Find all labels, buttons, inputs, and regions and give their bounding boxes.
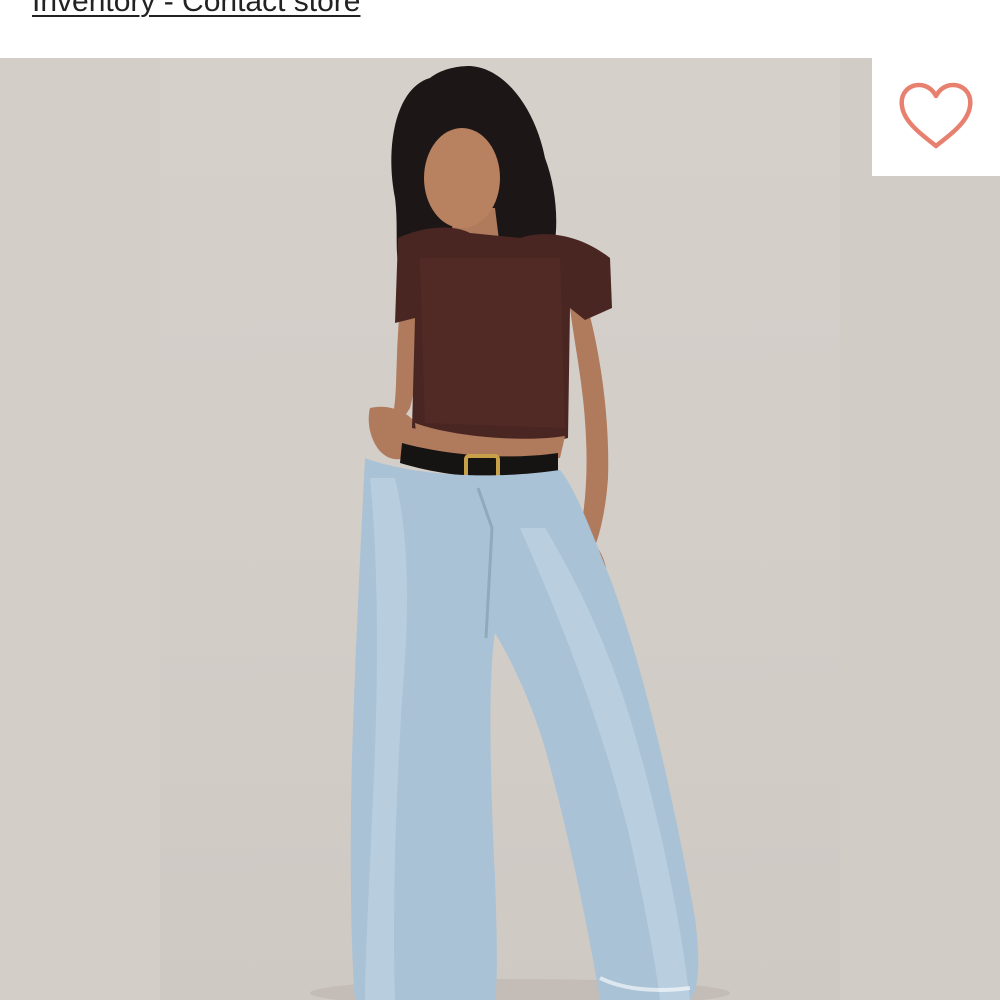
- product-image[interactable]: [0, 58, 1000, 1000]
- inventory-contact-store-link[interactable]: Inventory - Contact store: [32, 0, 360, 22]
- favorite-button[interactable]: [872, 58, 1000, 176]
- model-illustration: [310, 66, 730, 1000]
- heart-outline-icon: [899, 82, 973, 149]
- product-page: Inventory - Contact store: [0, 0, 1000, 1000]
